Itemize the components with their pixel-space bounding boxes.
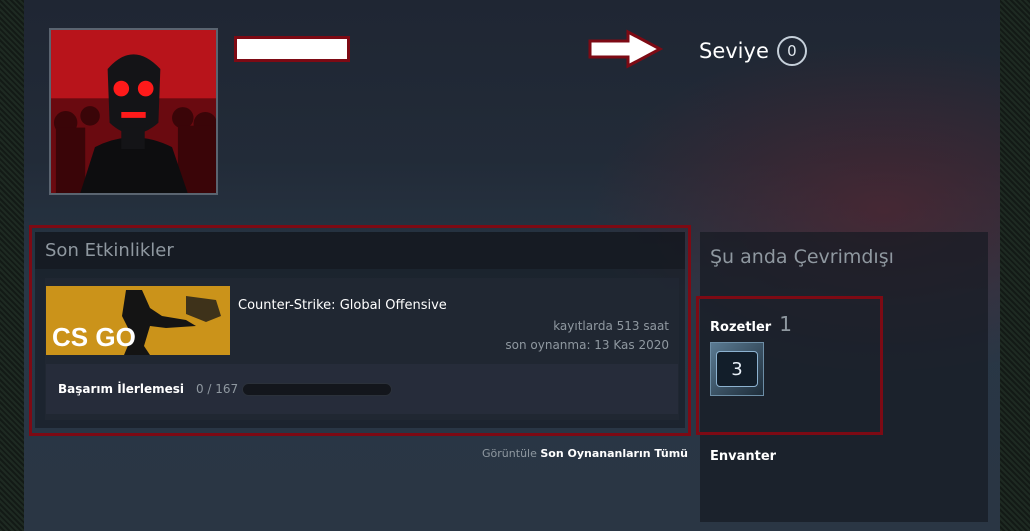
inventory-link[interactable]: Envanter (710, 449, 776, 464)
level-badge[interactable]: 0 (776, 36, 807, 66)
game-card: CS GO Counter-Strike: Global Offensive k… (45, 278, 679, 420)
recent-activity-title: Son Etkinlikler (35, 232, 685, 269)
csgo-logo: CS GO (46, 286, 230, 355)
game-capsule-image[interactable]: CS GO (46, 286, 230, 355)
achievement-count: 0 / 167 (195, 382, 239, 396)
left-background-pattern (0, 0, 24, 531)
view-all-recent-link[interactable]: Görüntüle Son Oynananların Tümü (482, 447, 688, 460)
view-all-prefix: Görüntüle (482, 447, 537, 460)
game-last-played: son oynanma: 13 Kas 2020 (505, 338, 669, 352)
level-label: Seviye (699, 39, 769, 63)
logo-text: CS GO (52, 322, 136, 352)
avatar[interactable] (49, 28, 218, 195)
achievement-label: Başarım İlerlemesi (58, 382, 184, 396)
right-background-pattern (1000, 0, 1030, 531)
redacted-username (234, 36, 350, 62)
game-hours: kayıtlarda 513 saat (553, 319, 669, 333)
badges-count: 1 (779, 312, 792, 336)
badge-icon[interactable]: 3 (710, 342, 764, 396)
badges-label[interactable]: Rozetler (710, 320, 771, 335)
profile-level: Seviye 0 (699, 36, 807, 66)
view-all-link-text[interactable]: Son Oynananların Tümü (540, 447, 688, 460)
achievement-progress-row[interactable]: Başarım İlerlemesi 0 / 167 (46, 364, 678, 414)
badges-header[interactable]: Rozetler 1 (710, 312, 792, 336)
achievement-progress-bar (242, 382, 393, 396)
game-name[interactable]: Counter-Strike: Global Offensive (238, 298, 447, 313)
arrow-right-icon (588, 29, 664, 69)
zombie-avatar-image (51, 30, 216, 193)
recent-activity-panel: Son Etkinlikler CS GO Counter-Strike: Gl… (35, 232, 685, 428)
online-status: Şu anda Çevrimdışı (710, 246, 894, 268)
badge-level: 3 (716, 351, 758, 387)
